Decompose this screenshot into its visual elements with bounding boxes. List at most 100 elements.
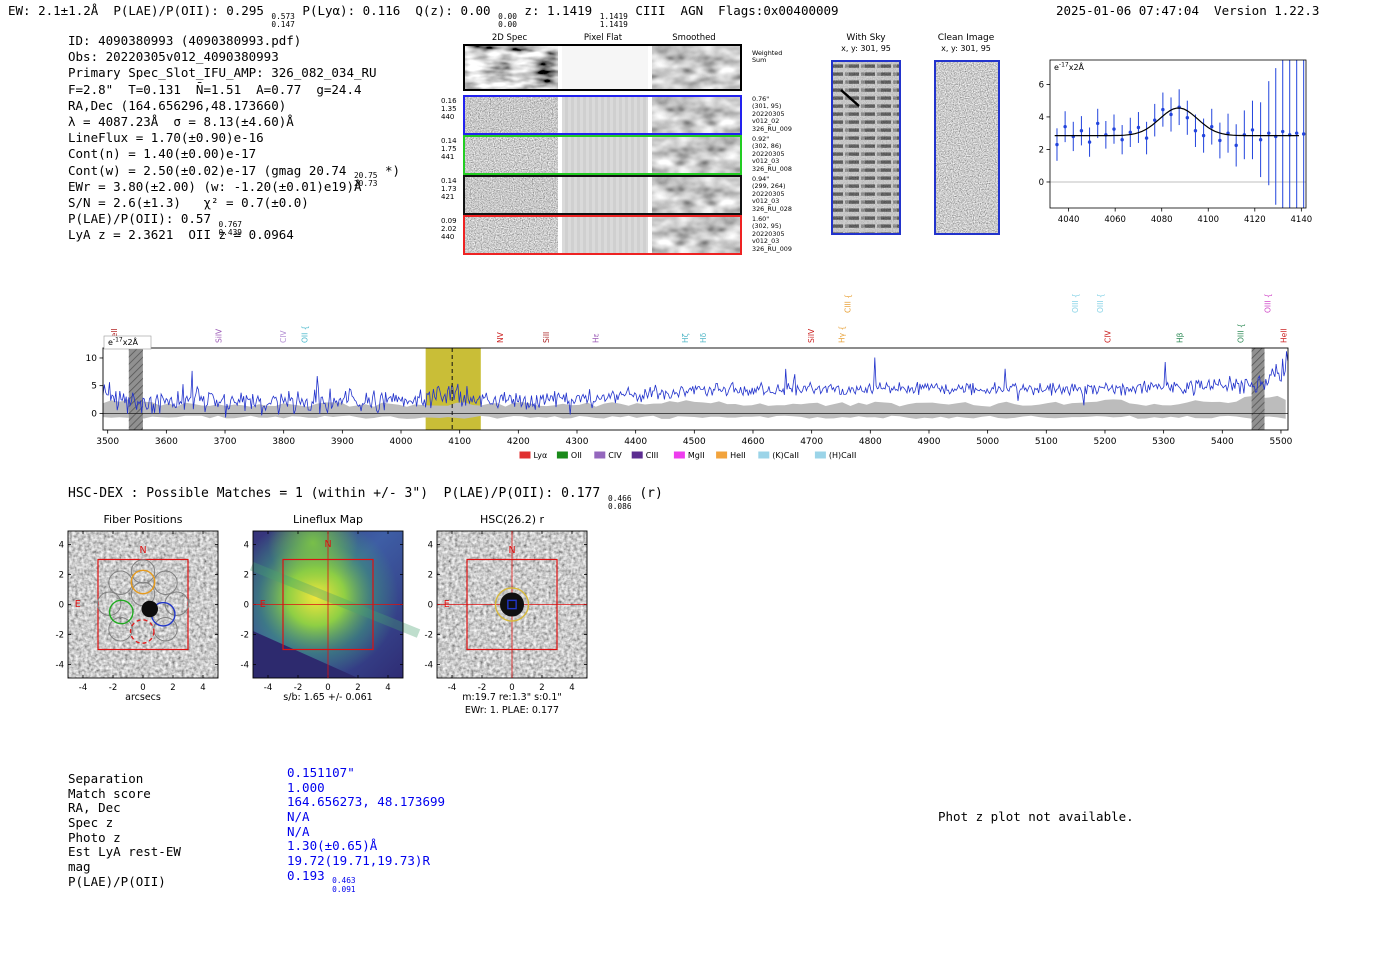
svg-text:SiIV: SiIV: [215, 328, 224, 343]
clean-image-title: Clean Image: [937, 33, 995, 43]
svg-text:-4: -4: [241, 661, 249, 671]
report-header: EW: 2.1±1.2Å P(LAE)/P(OII): 0.295 0.573 0…: [8, 3, 839, 29]
match-label: Photo z: [68, 829, 121, 845]
svg-text:4700: 4700: [800, 437, 823, 447]
svg-text:4200: 4200: [507, 437, 530, 447]
row3-right-label: 0.94" (299, 264) 20220305 v012_03 326_RU…: [752, 175, 792, 213]
with-sky-image: [833, 62, 899, 233]
svg-text:4300: 4300: [566, 437, 589, 447]
header-plya: P(Lyα): 0.116: [294, 3, 416, 18]
match-label: Match score: [68, 785, 151, 801]
ewr: EWr = 3.80(±2.00) (w: -1.20(±0.01)e19)Å: [68, 178, 362, 194]
match-plae-lower: 0.091: [332, 884, 356, 894]
spec2d-image: [465, 177, 558, 213]
svg-text:CIII: CIII: [646, 451, 659, 460]
hsc-plae-lower: 0.086: [608, 501, 632, 511]
svg-text:4: 4: [1039, 113, 1044, 123]
svg-text:CIV: CIV: [1103, 330, 1112, 343]
svg-text:N: N: [139, 545, 146, 556]
header-qz-label: Q(z): 0.00: [415, 3, 499, 18]
match-label: Spec z: [68, 815, 114, 831]
header-plae-lower: 0.147: [271, 19, 295, 29]
svg-text:Hγ {: Hγ {: [838, 326, 847, 343]
svg-text:4900: 4900: [918, 437, 941, 447]
svg-text:SiIV: SiIV: [807, 328, 816, 343]
svg-text:E: E: [444, 599, 450, 610]
svg-text:0: 0: [91, 409, 97, 419]
svg-text:3900: 3900: [331, 437, 354, 447]
match-row-photoz: Photo z N/A: [68, 824, 445, 845]
spec2d-row-2: [463, 135, 742, 175]
svg-text:3500: 3500: [96, 437, 119, 447]
photz-note: Phot z plot not available.: [938, 809, 1134, 824]
svg-text:HeII: HeII: [730, 451, 746, 460]
hsc-image-panel: -4-4-2-2002244NE: [425, 530, 588, 693]
svg-text:2: 2: [1039, 145, 1044, 155]
sb-caption: s/b: 1.65 +/- 0.061: [283, 692, 373, 703]
spectrum-plot: 3500 3600 3700 3800 3900 4000 4100 4200 4300 4400…: [86, 293, 1293, 460]
svg-text:4080: 4080: [1151, 215, 1173, 225]
svg-text:4040: 4040: [1058, 215, 1080, 225]
pixelflat-weighted-image: [562, 46, 648, 89]
match-plae-stack: 0.463 0.091: [332, 877, 356, 894]
match-value: N/A: [287, 823, 310, 839]
col-header-2dspec: 2D Spec: [491, 33, 528, 43]
svg-text:CIV: CIV: [608, 451, 622, 460]
match-row-separation: Separation 0.151107": [68, 765, 445, 786]
svg-text:-2: -2: [425, 631, 433, 641]
cont-w-text: Cont(w) = 2.50(±0.02)e-17 (gmag 20.74: [68, 162, 354, 178]
pixelflat-image: [562, 97, 648, 133]
row4-right-label: 1.60" (302, 95) 20220305 v012_03 326_RU_…: [752, 215, 792, 253]
svg-text:5200: 5200: [1094, 437, 1117, 447]
match-value: 164.656273, 48.173699: [287, 794, 446, 810]
svg-text:OII {: OII {: [300, 326, 309, 343]
match-label: RA, Dec: [68, 800, 121, 816]
clean-image: [936, 62, 998, 233]
primary-spec-slot: Primary Spec_Slot_IFU_AMP: 326_082_034_R…: [68, 65, 377, 81]
svg-text:4: 4: [244, 541, 249, 551]
smoothed-image: [652, 137, 740, 173]
spec2d-row-weighted: [463, 44, 742, 91]
spec2d-image: [465, 217, 558, 253]
svg-text:N: N: [508, 545, 515, 556]
row2-left-label: 0.14 1.75 441: [441, 137, 457, 162]
match-table: Separation 0.151107" Match score 1.000 RA,…: [68, 765, 446, 893]
svg-text:OIII {: OIII {: [1071, 293, 1080, 313]
smoothed-image: [652, 97, 740, 133]
smoothed-image: [652, 217, 740, 253]
ra-dec: RA,Dec (164.656296,48.173660): [68, 97, 287, 113]
line-fit-plot: 4040 4060 4080 4100 4120 4140 0 2 4 6 e-17x2Å: [1039, 59, 1312, 225]
svg-text:HeII: HeII: [1279, 328, 1288, 343]
spec2d-image: [465, 137, 558, 173]
svg-text:E: E: [75, 599, 81, 610]
svg-text:e-17x2Å: e-17x2Å: [1054, 61, 1085, 72]
wavelength-sigma: λ = 4087.23Å σ = 8.13(±4.60)Å: [68, 113, 294, 129]
smoothed-image: [652, 177, 740, 213]
row3-left-label: 0.14 1.73 421: [441, 177, 457, 202]
plae-poii: P(LAE)/P(OII): 0.57 0.767 0.439: [68, 211, 400, 236]
svg-text:3800: 3800: [272, 437, 295, 447]
svg-text:E: E: [260, 599, 266, 610]
pixelflat-image: [562, 177, 648, 213]
hsc-mag-caption: m:19.7 re:1.3" s:0.1": [462, 692, 562, 703]
svg-text:NV: NV: [496, 331, 505, 343]
row1-left-label: 0.16 1.35 440: [441, 97, 457, 122]
spec2d-row-4: [463, 215, 742, 255]
with-sky-title-block: With Sky x, y: 301, 95: [826, 33, 906, 54]
svg-text:4100: 4100: [448, 437, 471, 447]
svg-text:4: 4: [428, 541, 433, 551]
detection-info: ID: 4090380993 (4090380993.pdf) Obs: 202…: [68, 33, 400, 243]
svg-text:-2: -2: [56, 631, 64, 641]
svg-text:0: 0: [1039, 178, 1044, 188]
svg-text:10: 10: [86, 354, 98, 364]
header-qz-lower: 0.00: [498, 19, 517, 29]
svg-text:CIII {: CIII {: [844, 294, 853, 313]
row2-right-label: 0.92" (302, 86) 20220305 v012_03 326_RU_…: [752, 135, 792, 173]
with-sky-panel: [831, 60, 901, 235]
cont-w-suffix: *): [377, 162, 401, 178]
svg-text:4: 4: [59, 541, 64, 551]
svg-text:3600: 3600: [155, 437, 178, 447]
match-value: 0.151107": [287, 765, 355, 780]
svg-text:OIII {: OIII {: [1264, 293, 1273, 313]
svg-text:5000: 5000: [976, 437, 999, 447]
